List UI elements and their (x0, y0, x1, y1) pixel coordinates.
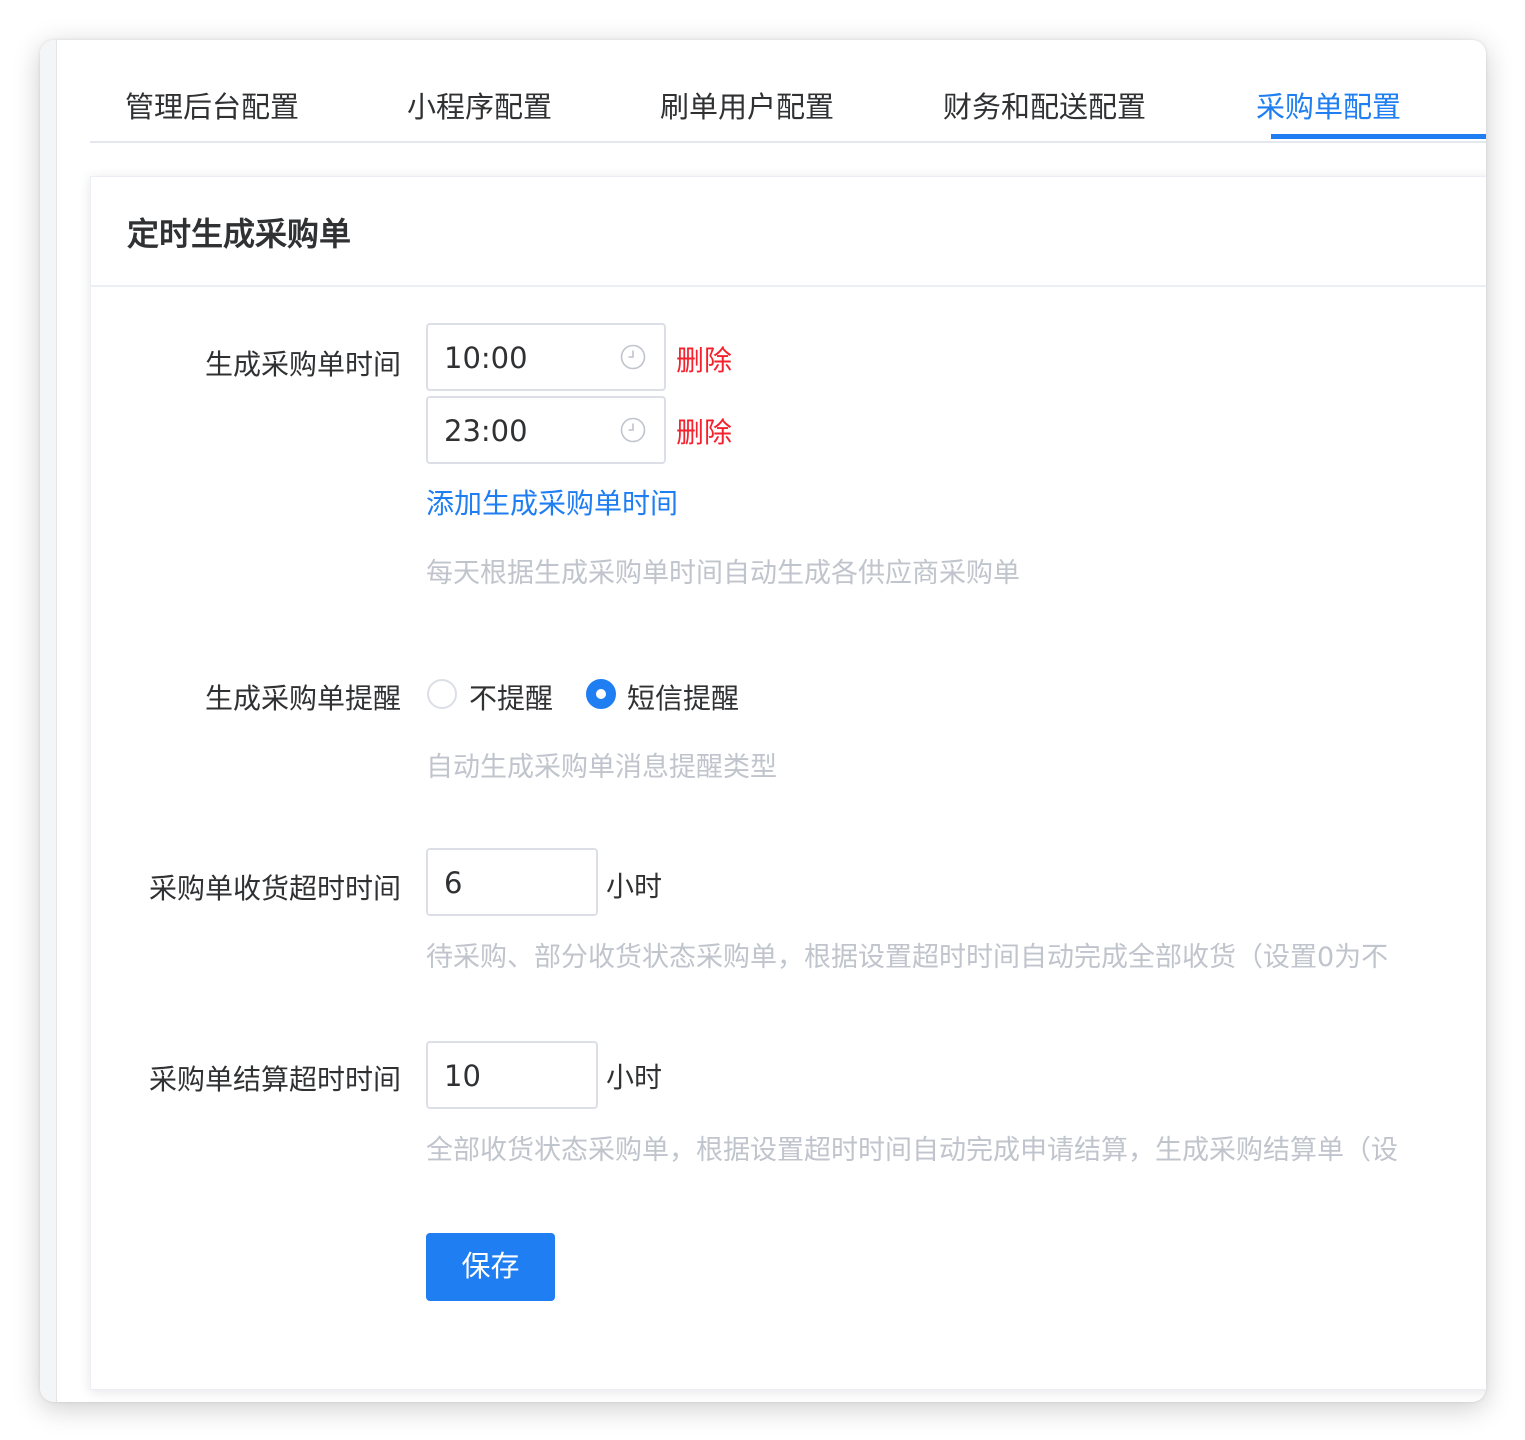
window-left-edge (40, 40, 57, 1402)
receive-timeout-label: 采购单收货超时时间 (148, 872, 401, 905)
radio-no-reminder[interactable] (427, 679, 457, 709)
reminder-label: 生成采购单提醒 (204, 682, 401, 715)
receive-timeout-input[interactable]: 6 (426, 848, 598, 916)
generate-time-label: 生成采购单时间 (204, 348, 401, 381)
add-generate-time-link[interactable]: 添加生成采购单时间 (426, 482, 678, 522)
time-picker-2[interactable]: 23:00 (426, 396, 666, 464)
tab-bar: 管理后台配置 小程序配置 刷单用户配置 财务和配送配置 采购单配置 (90, 40, 1486, 143)
time-value-2: 23:00 (444, 414, 528, 448)
radio-no-reminder-label[interactable]: 不提醒 (469, 677, 553, 717)
save-button[interactable]: 保存 (426, 1233, 555, 1301)
settle-timeout-unit: 小时 (606, 1061, 663, 1094)
settle-timeout-value: 10 (444, 1059, 481, 1093)
app-window: 管理后台配置 小程序配置 刷单用户配置 财务和配送配置 采购单配置 定时生成采购… (40, 40, 1486, 1402)
clock-icon (620, 417, 646, 443)
delete-time-1-button[interactable]: 删除 (676, 339, 732, 379)
settle-timeout-input[interactable]: 10 (426, 1041, 598, 1109)
card-header: 定时生成采购单 (91, 177, 1486, 287)
generate-time-hint: 每天根据生成采购单时间自动生成各供应商采购单 (426, 558, 1020, 589)
tab-miniprogram-config[interactable]: 小程序配置 (407, 84, 552, 126)
radio-sms-reminder-label[interactable]: 短信提醒 (627, 677, 739, 717)
settle-timeout-hint: 全部收货状态采购单，根据设置超时时间自动完成申请结算，生成采购结算单（设 (426, 1135, 1398, 1166)
receive-timeout-value: 6 (444, 866, 463, 900)
tab-admin-config[interactable]: 管理后台配置 (125, 84, 299, 126)
clock-icon (620, 344, 646, 370)
tab-purchase-order-config[interactable]: 采购单配置 (1256, 84, 1401, 126)
delete-time-2-button[interactable]: 删除 (676, 411, 732, 451)
settle-timeout-label: 采购单结算超时时间 (148, 1063, 401, 1096)
settings-card: 定时生成采购单 生成采购单时间 10:00 删除 23:00 删除 添加生成采购… (90, 176, 1486, 1390)
receive-timeout-hint: 待采购、部分收货状态采购单，根据设置超时时间自动完成全部收货（设置0为不 (426, 942, 1389, 973)
reminder-hint: 自动生成采购单消息提醒类型 (426, 752, 777, 783)
active-tab-indicator (1271, 134, 1486, 139)
card-title: 定时生成采购单 (127, 215, 352, 253)
tab-fake-order-user-config[interactable]: 刷单用户配置 (660, 84, 834, 126)
radio-sms-reminder[interactable] (586, 679, 616, 709)
time-value-1: 10:00 (444, 341, 528, 375)
receive-timeout-unit: 小时 (606, 870, 663, 903)
tab-finance-delivery-config[interactable]: 财务和配送配置 (943, 84, 1146, 126)
time-picker-1[interactable]: 10:00 (426, 323, 666, 391)
